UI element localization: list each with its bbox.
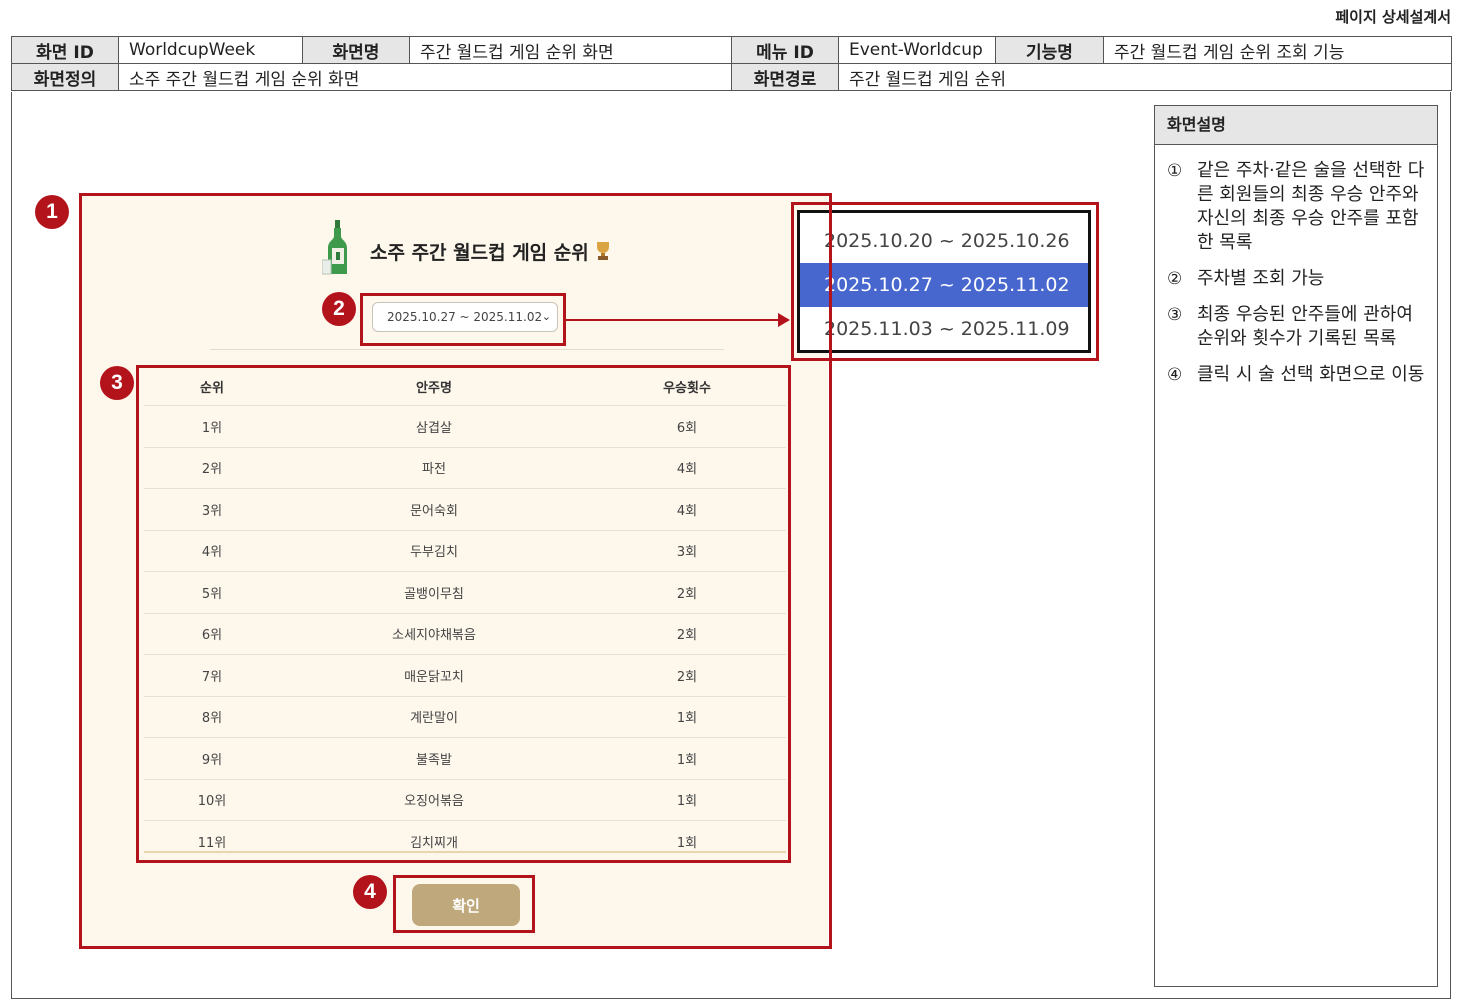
path-value: 주간 월드컵 게임 순위 (838, 63, 1452, 91)
annotation-box-select (360, 293, 566, 346)
definition-value: 소주 주간 월드컵 게임 순위 화면 (118, 63, 732, 91)
annotation-badge-3: 3 (100, 366, 134, 400)
description-text: 최종 우승된 안주들에 관하여 순위와 횟수가 기록된 목록 (1197, 304, 1413, 349)
annotation-badge-2: 2 (322, 292, 356, 326)
description-number: ① (1167, 161, 1183, 181)
description-number: ② (1167, 269, 1183, 289)
description-number: ④ (1167, 365, 1183, 385)
annotation-box-table (136, 365, 791, 863)
description-item: ③ 최종 우승된 안주들에 관하여 순위와 횟수가 기록된 목록 (1167, 303, 1427, 351)
menu-id-label: 메뉴 ID (731, 36, 839, 64)
document-title: 페이지 상세설계서 (1335, 8, 1451, 26)
path-label: 화면경로 (731, 63, 839, 91)
description-list: ① 같은 주차·같은 술을 선택한 다른 회원들의 최종 우승 안주와 자신의 … (1155, 145, 1437, 387)
annotation-badge-4: 4 (353, 875, 387, 909)
description-item: ① 같은 주차·같은 술을 선택한 다른 회원들의 최종 우승 안주와 자신의 … (1167, 159, 1427, 255)
definition-label: 화면정의 (11, 63, 119, 91)
screen-id-label: 화면 ID (11, 36, 119, 64)
function-label: 기능명 (995, 36, 1104, 64)
menu-id-value: Event-Worldcup (838, 36, 996, 64)
description-number: ③ (1167, 305, 1183, 325)
annotation-box-dropdown (791, 202, 1099, 361)
annotation-badge-1: 1 (35, 195, 69, 229)
description-title: 화면설명 (1155, 106, 1437, 145)
header-table: 화면 ID WorldcupWeek 화면명 주간 월드컵 게임 순위 화면 메… (11, 36, 1452, 91)
screen-id-value: WorldcupWeek (118, 36, 303, 64)
description-item: ② 주차별 조회 가능 (1167, 267, 1427, 291)
annotation-box-button (393, 875, 535, 933)
screen-name-label: 화면명 (302, 36, 410, 64)
description-text: 주차별 조회 가능 (1197, 268, 1325, 289)
screen-name-value: 주간 월드컵 게임 순위 화면 (409, 36, 732, 64)
description-panel: 화면설명 ① 같은 주차·같은 술을 선택한 다른 회원들의 최종 우승 안주와… (1154, 105, 1438, 987)
description-text: 클릭 시 술 선택 화면으로 이동 (1197, 364, 1425, 385)
function-value: 주간 월드컵 게임 순위 조회 기능 (1103, 36, 1452, 64)
description-item: ④ 클릭 시 술 선택 화면으로 이동 (1167, 363, 1427, 387)
description-text: 같은 주차·같은 술을 선택한 다른 회원들의 최종 우승 안주와 자신의 최종… (1197, 160, 1425, 253)
